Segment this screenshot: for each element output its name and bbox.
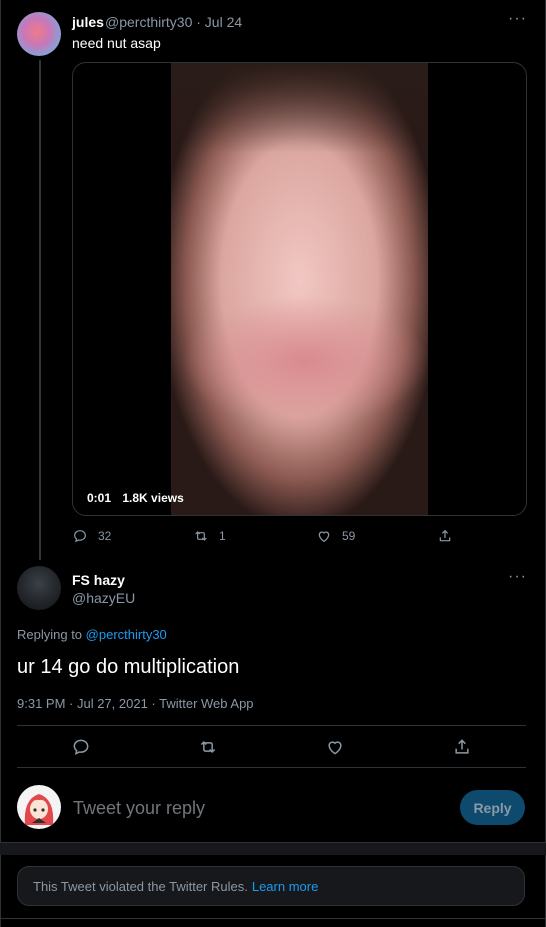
reply-icon bbox=[74, 530, 86, 543]
video-views: 1.8K views bbox=[122, 491, 184, 505]
share-icon bbox=[439, 529, 451, 542]
share-action[interactable] bbox=[437, 528, 453, 544]
divider bbox=[17, 767, 526, 768]
more-icon[interactable]: ··· bbox=[508, 568, 527, 586]
more-icon[interactable]: ··· bbox=[508, 10, 527, 28]
replying-to: Replying to @percthirty30 bbox=[17, 627, 167, 642]
author-handle[interactable]: @percthirty30 · Jul 24 bbox=[105, 14, 242, 30]
avatar-jules[interactable] bbox=[17, 12, 61, 56]
avatar-self[interactable] bbox=[17, 785, 61, 829]
divider bbox=[17, 725, 526, 726]
author-name[interactable]: FS hazy bbox=[72, 572, 125, 588]
thread-connector bbox=[39, 60, 41, 560]
tweet-text: need nut asap bbox=[72, 35, 161, 51]
video-frame-shade bbox=[171, 63, 428, 153]
share-icon[interactable] bbox=[452, 737, 472, 757]
reply-icon[interactable] bbox=[71, 737, 91, 757]
retweet-icon[interactable] bbox=[198, 737, 218, 757]
like-icon bbox=[318, 531, 330, 543]
rule-violation-notice: This Tweet violated the Twitter Rules. L… bbox=[17, 866, 525, 906]
divider bbox=[0, 918, 546, 919]
retweet-action[interactable]: 1 bbox=[193, 528, 226, 544]
anime-avatar-icon bbox=[24, 794, 54, 825]
retweet-count: 1 bbox=[219, 529, 226, 543]
tweet-meta[interactable]: 9:31 PM · Jul 27, 2021 · Twitter Web App bbox=[17, 696, 254, 711]
learn-more-link[interactable]: Learn more bbox=[252, 879, 318, 894]
reply-button[interactable]: Reply bbox=[460, 790, 525, 825]
reply-action[interactable]: 32 bbox=[72, 528, 111, 544]
like-count: 59 bbox=[342, 529, 356, 543]
reply-count: 32 bbox=[98, 529, 112, 543]
retweet-icon bbox=[195, 531, 207, 541]
notice-text: This Tweet violated the Twitter Rules. bbox=[33, 878, 248, 894]
video-player[interactable]: 0:01 1.8K views bbox=[72, 62, 527, 516]
replying-label: Replying to bbox=[17, 627, 86, 642]
tweet-date: · Jul 24 bbox=[196, 14, 243, 30]
like-icon[interactable] bbox=[325, 737, 345, 757]
replying-link[interactable]: @percthirty30 bbox=[86, 627, 167, 642]
like-action[interactable]: 59 bbox=[316, 528, 355, 544]
video-time: 0:01 bbox=[87, 491, 112, 505]
author-handle[interactable]: @hazyEU bbox=[72, 590, 135, 606]
video-stats: 0:01 1.8K views bbox=[87, 491, 192, 505]
author-name[interactable]: jules bbox=[72, 14, 104, 30]
handle-text: @percthirty30 bbox=[105, 14, 193, 30]
tweet-text: ur 14 go do multiplication bbox=[17, 656, 240, 678]
avatar-hazy[interactable] bbox=[17, 566, 61, 610]
section-separator bbox=[0, 842, 546, 855]
reply-input[interactable]: Tweet your reply bbox=[73, 798, 205, 819]
